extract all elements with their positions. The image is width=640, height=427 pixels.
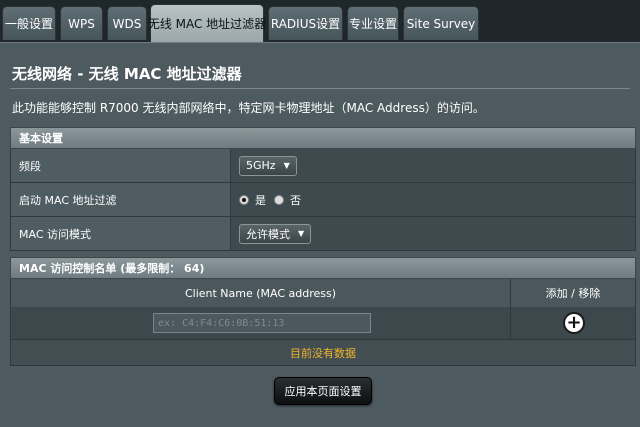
page-description: 此功能能够控制 R7000 无线内部网络中，特定网卡物理地址（MAC Addre…: [12, 101, 485, 115]
mac-list-header: MAC 访问控制名单 (最多限制： 64): [10, 257, 636, 279]
tab-wds[interactable]: WDS: [107, 6, 147, 40]
tab-professional[interactable]: 专业设置: [347, 6, 399, 40]
mac-address-input[interactable]: ex: C4:F4:C6:0B:51:13: [153, 313, 371, 333]
tab-wps[interactable]: WPS: [60, 6, 103, 40]
band-value-cell: 5GHz ▼: [231, 149, 635, 182]
enable-filter-cell: 是 否: [231, 183, 635, 216]
enable-filter-label: 启动 MAC 地址过滤: [11, 183, 231, 216]
radio-yes[interactable]: [239, 194, 249, 205]
basic-settings-header: 基本设置: [10, 127, 636, 149]
band-row: 频段 5GHz ▼: [10, 149, 636, 183]
caret-down-icon: ▼: [298, 229, 305, 238]
enable-filter-row: 启动 MAC 地址过滤 是 否: [10, 183, 636, 217]
band-select-value: 5GHz: [246, 159, 276, 172]
radio-no-label: 否: [290, 193, 301, 207]
tab-site-survey[interactable]: Site Survey: [403, 6, 479, 40]
tab-general[interactable]: 一般设置: [2, 6, 56, 40]
tab-radius[interactable]: RADIUS设置: [268, 6, 343, 40]
radio-no[interactable]: [274, 194, 284, 205]
col-add-remove: 添加 / 移除: [545, 287, 601, 300]
band-select[interactable]: 5GHz ▼: [239, 155, 297, 176]
page-title: 无线网络 - 无线 MAC 地址过滤器: [12, 65, 242, 83]
mac-input-row: ex: C4:F4:C6:0B:51:13 +: [10, 307, 636, 340]
title-divider: [10, 88, 630, 89]
caret-down-icon: ▼: [283, 161, 290, 170]
access-mode-cell: 允许模式 ▼: [231, 217, 635, 250]
col-client-name: Client Name (MAC address): [11, 279, 511, 307]
mac-list-column-headers: Client Name (MAC address) 添加 / 移除: [10, 279, 636, 308]
band-label: 频段: [11, 149, 231, 182]
main-panel: 无线网络 - 无线 MAC 地址过滤器 此功能能够控制 R7000 无线内部网络…: [0, 42, 640, 427]
access-mode-select-value: 允许模式: [246, 227, 290, 241]
mac-input-cell: ex: C4:F4:C6:0B:51:13: [11, 307, 511, 339]
tab-bar: 一般设置 WPS WDS 无线 MAC 地址过滤器 RADIUS设置 专业设置 …: [0, 0, 640, 42]
access-mode-select[interactable]: 允许模式 ▼: [239, 223, 312, 244]
plus-circle-icon: +: [566, 312, 582, 333]
add-mac-button[interactable]: +: [563, 312, 585, 334]
radio-yes-label: 是: [255, 193, 266, 207]
apply-settings-button[interactable]: 应用本页面设置: [274, 377, 372, 405]
empty-list-message: 目前没有数据: [10, 340, 636, 366]
tab-mac-filter[interactable]: 无线 MAC 地址过滤器: [148, 4, 266, 42]
access-mode-label: MAC 访问模式: [11, 217, 231, 250]
access-mode-row: MAC 访问模式 允许模式 ▼: [10, 217, 636, 251]
enable-filter-radio-group: 是 否: [239, 192, 305, 208]
